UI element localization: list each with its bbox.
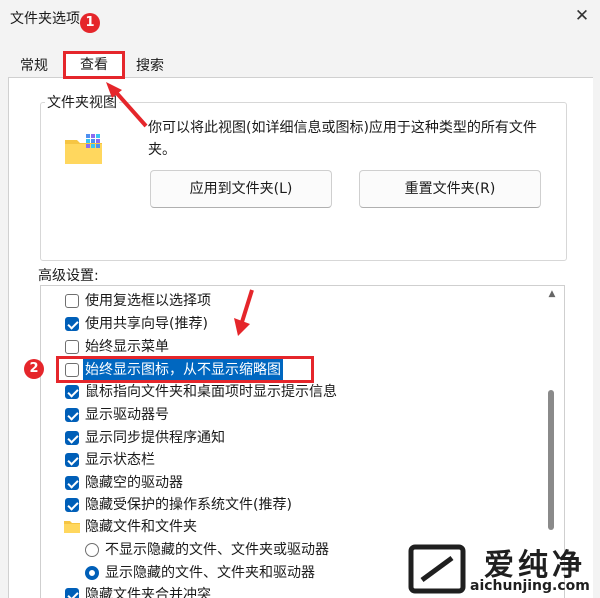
close-button[interactable]: ✕ [570, 4, 594, 28]
tab-search[interactable]: 搜索 [130, 54, 170, 78]
folder-view-icon [65, 134, 102, 164]
step-badge-2: 2 [24, 359, 44, 379]
arrow-to-option-icon [234, 289, 254, 336]
list-item-label: 显示状态栏 [85, 452, 155, 468]
reset-folders-button[interactable]: 重置文件夹(R) [359, 170, 541, 208]
checkbox[interactable] [65, 431, 79, 445]
watermark: 爱纯净 aichunjing.com [408, 540, 600, 597]
list-item-label: 隐藏空的驱动器 [85, 475, 183, 491]
list-item-label: 始终显示菜单 [85, 339, 169, 355]
step-badge-1: 1 [80, 13, 100, 33]
list-group-label: 隐藏文件和文件夹 [85, 519, 197, 535]
advanced-settings-label: 高级设置: [38, 268, 99, 284]
list-item-label: 不显示隐藏的文件、文件夹或驱动器 [105, 542, 329, 558]
list-item-label: 使用共享向导(推荐) [85, 316, 208, 332]
option-highlight-box [56, 356, 314, 383]
checkbox[interactable] [65, 498, 79, 512]
radio-button[interactable] [85, 543, 99, 557]
checkbox[interactable] [65, 294, 79, 308]
list-item-label: 使用复选框以选择项 [85, 293, 211, 309]
scroll-up-icon[interactable]: ▲ [545, 288, 559, 300]
checkbox[interactable] [65, 453, 79, 467]
window-title: 文件夹选项 [10, 11, 80, 27]
folder-view-description: 你可以将此视图(如详细信息或图标)应用于这种类型的所有文件夹。 [148, 120, 537, 158]
checkbox[interactable] [65, 408, 79, 422]
brand-logo-icon [408, 544, 466, 594]
list-item-label: 隐藏受保护的操作系统文件(推荐) [85, 497, 292, 513]
list-item-label: 鼠标指向文件夹和桌面项时显示提示信息 [85, 384, 337, 400]
list-item-label: 显示驱动器号 [85, 407, 169, 423]
list-item-label: 隐藏文件夹合并冲突 [85, 587, 211, 598]
tab-highlight-box [63, 51, 125, 79]
checkbox[interactable] [65, 476, 79, 490]
arrow-to-tab-icon [106, 82, 148, 128]
tab-general[interactable]: 常规 [16, 54, 52, 78]
checkbox[interactable] [65, 385, 79, 399]
apply-to-folders-button[interactable]: 应用到文件夹(L) [150, 170, 332, 208]
list-item-label: 显示隐藏的文件、文件夹和驱动器 [105, 565, 315, 581]
radio-button[interactable] [85, 566, 99, 580]
folder-icon [64, 521, 80, 533]
checkbox[interactable] [65, 340, 79, 354]
list-item-label: 显示同步提供程序通知 [85, 430, 225, 446]
checkbox[interactable] [65, 317, 79, 331]
brand-url: aichunjing.com [470, 578, 590, 594]
scrollbar-thumb[interactable] [548, 390, 554, 530]
